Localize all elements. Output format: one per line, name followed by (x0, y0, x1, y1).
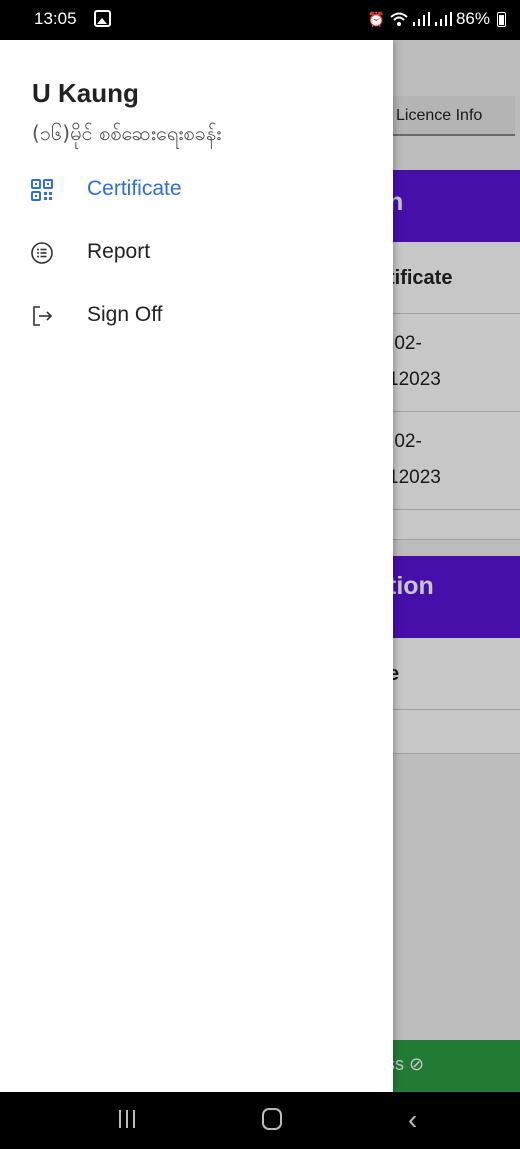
list-icon (31, 242, 53, 264)
user-name: U Kaung (32, 78, 139, 108)
menu-item-certificate[interactable]: Certificate (0, 167, 393, 215)
menu-item-label: Report (87, 240, 151, 263)
menu-item-sign-off[interactable]: Sign Off (0, 293, 393, 341)
alarm-icon: ⏰ (367, 10, 386, 27)
wifi-icon (390, 12, 408, 26)
menu-item-report[interactable]: Report (0, 230, 393, 278)
menu-item-label: Certificate (87, 177, 182, 200)
status-right: ⏰ 86% (368, 9, 506, 29)
status-time: 13:05 (34, 9, 77, 28)
sign-off-icon (33, 306, 53, 326)
navigation-drawer: U Kaung (၁၆)မိုင် စစ်ဆေးရေးစခန်း Certifi… (0, 40, 393, 1092)
system-nav-bar: ‹ (0, 1092, 520, 1149)
battery-icon (497, 11, 506, 27)
gallery-icon (94, 10, 111, 27)
signal-icon (412, 12, 430, 26)
user-subtitle: (၁၆)မိုင် စစ်ဆေးရေးစခန်း (32, 121, 222, 145)
recent-apps-icon[interactable] (119, 1110, 137, 1128)
battery-percent: 86% (455, 9, 490, 28)
menu-item-label: Sign Off (87, 303, 163, 326)
status-bar: 13:05 ⏰ 86% (0, 0, 520, 40)
home-icon[interactable] (262, 1108, 282, 1130)
signal-icon (434, 12, 452, 26)
back-icon[interactable]: ‹ (408, 1106, 417, 1134)
qr-code-icon (31, 179, 53, 201)
